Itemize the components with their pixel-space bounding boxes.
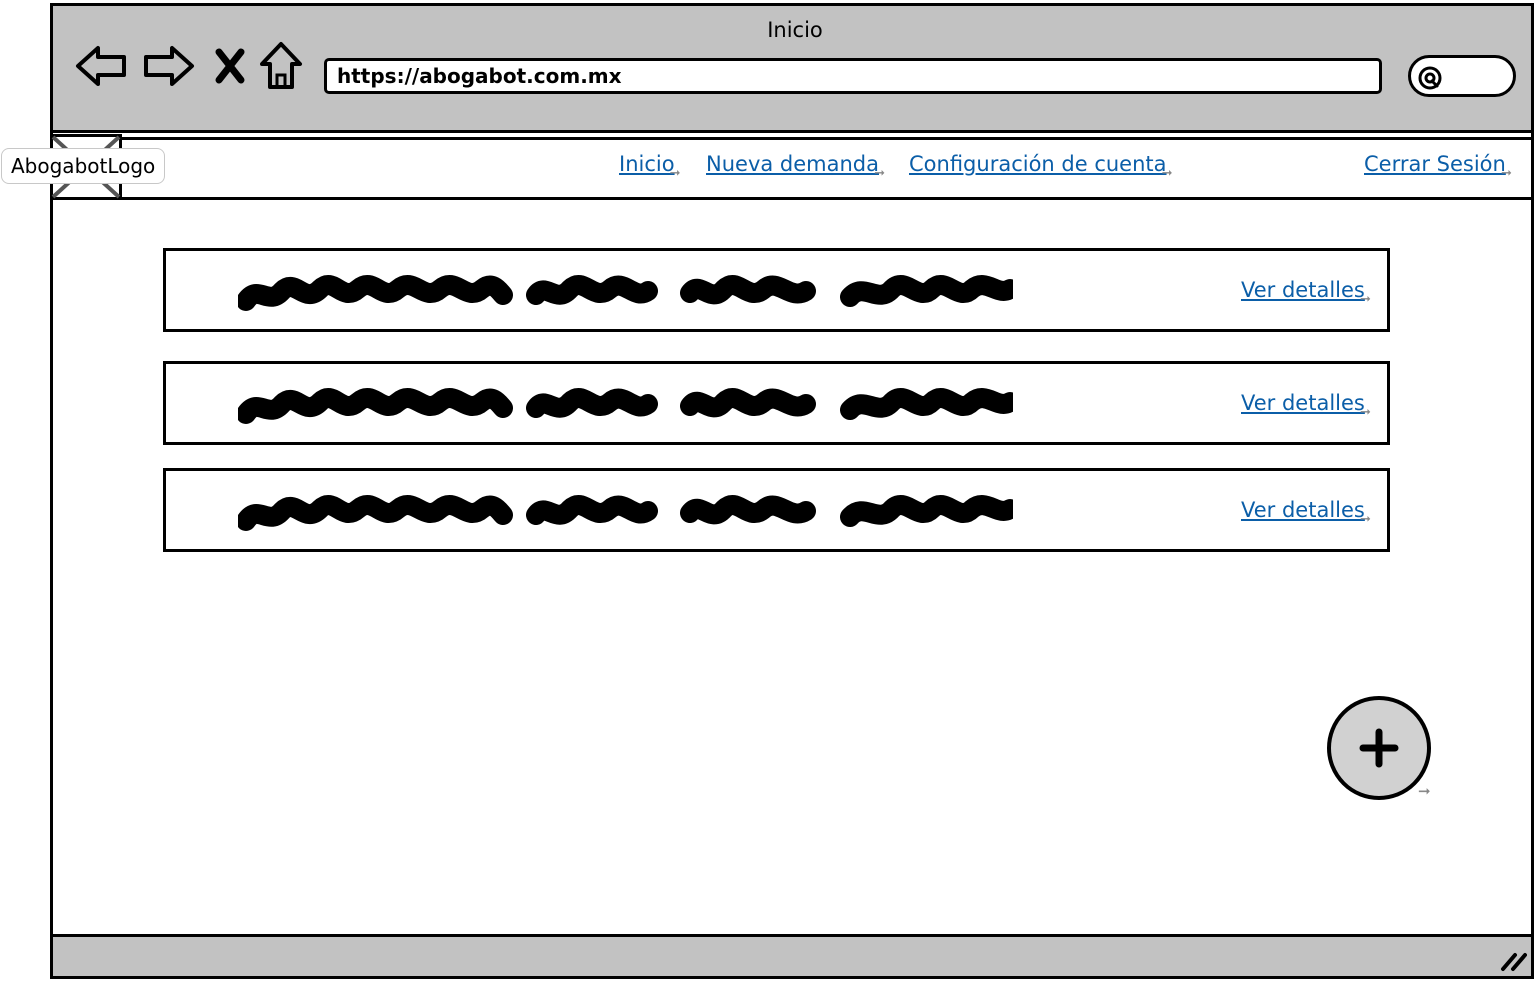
forward-arrow-icon[interactable] bbox=[140, 40, 196, 92]
logout-link[interactable]: Cerrar Sesión ➞ bbox=[1364, 152, 1512, 180]
link-arrow-icon: ➞ bbox=[1161, 166, 1173, 181]
scribbled-text-placeholder bbox=[238, 388, 1013, 424]
stop-icon[interactable] bbox=[212, 40, 248, 92]
nav-link-nueva-demanda[interactable]: Nueva demanda ➞ bbox=[706, 152, 885, 180]
logo-label: AbogabotLogo bbox=[1, 148, 166, 184]
link-arrow-icon: ➞ bbox=[1359, 405, 1371, 420]
ver-detalles-link[interactable]: Ver detalles ➞ bbox=[1241, 391, 1371, 419]
ver-detalles-label: Ver detalles bbox=[1241, 391, 1365, 415]
ver-detalles-label: Ver detalles bbox=[1241, 498, 1365, 522]
ver-detalles-link[interactable]: Ver detalles ➞ bbox=[1241, 498, 1371, 526]
ver-detalles-link[interactable]: Ver detalles ➞ bbox=[1241, 278, 1371, 306]
ver-detalles-label: Ver detalles bbox=[1241, 278, 1365, 302]
link-arrow-icon: ➞ bbox=[874, 166, 885, 181]
nav-link-label: Nueva demanda bbox=[706, 152, 879, 176]
search-icon bbox=[1418, 66, 1442, 90]
case-card: Ver detalles ➞ bbox=[163, 361, 1390, 445]
link-arrow-icon: ➞ bbox=[1359, 512, 1371, 527]
link-arrow-icon: ➞ bbox=[669, 166, 681, 181]
browser-statusbar bbox=[50, 934, 1534, 979]
nav-link-label: Inicio bbox=[619, 152, 675, 176]
back-arrow-icon[interactable] bbox=[74, 40, 130, 92]
nav-link-label: Configuración de cuenta bbox=[909, 152, 1167, 176]
resize-grip-icon[interactable] bbox=[1497, 945, 1527, 973]
case-card: Ver detalles ➞ bbox=[163, 468, 1390, 552]
nav-link-inicio[interactable]: Inicio ➞ bbox=[619, 152, 681, 180]
logout-label: Cerrar Sesión bbox=[1364, 152, 1506, 176]
plus-icon bbox=[1359, 728, 1399, 768]
home-icon[interactable] bbox=[258, 40, 304, 92]
scribbled-text-placeholder bbox=[238, 275, 1013, 311]
link-arrow-icon: ➞ bbox=[1500, 166, 1512, 181]
link-arrow-icon: ➞ bbox=[1359, 292, 1371, 307]
browser-search-field[interactable] bbox=[1408, 55, 1516, 97]
url-bar[interactable]: https://abogabot.com.mx bbox=[324, 58, 1382, 94]
case-card: Ver detalles ➞ bbox=[163, 248, 1390, 332]
add-case-button[interactable] bbox=[1327, 696, 1431, 800]
window-title: Inicio bbox=[767, 18, 823, 42]
link-arrow-icon: ➞ bbox=[1418, 782, 1431, 800]
nav-link-configuracion[interactable]: Configuración de cuenta ➞ bbox=[909, 152, 1173, 180]
scribbled-text-placeholder bbox=[238, 495, 1013, 531]
